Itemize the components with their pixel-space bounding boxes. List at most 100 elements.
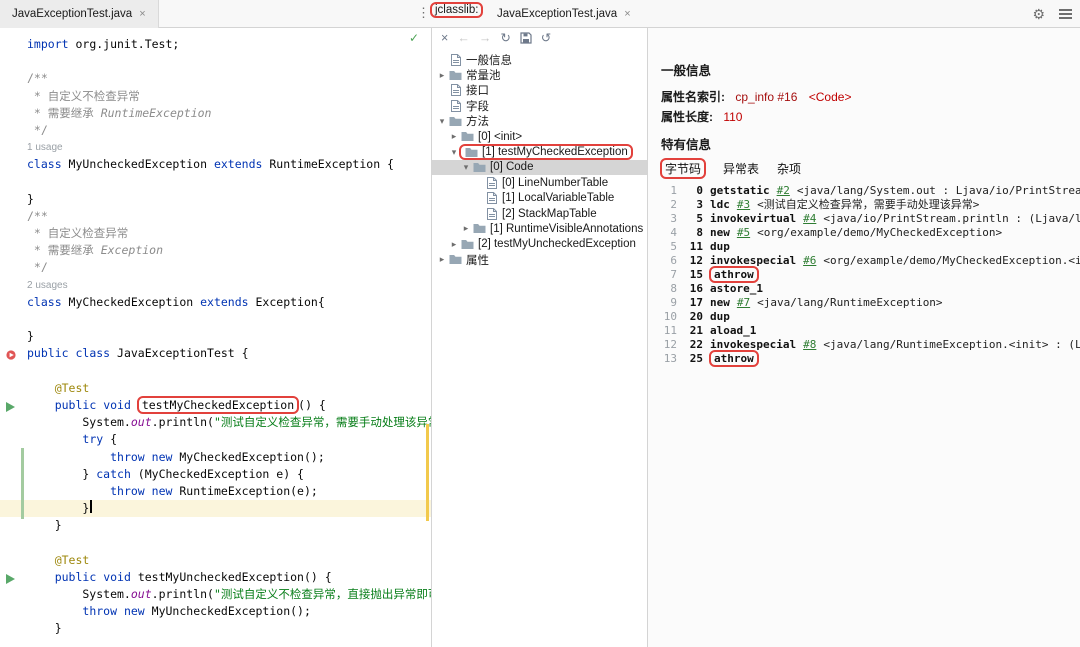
gutter xyxy=(0,36,27,53)
code-line xyxy=(0,534,431,551)
cp-info-link[interactable]: cp_info #16 xyxy=(735,90,797,104)
annotation-box: [1] testMyCheckedException xyxy=(459,144,633,160)
editor-tab[interactable]: JavaExceptionTest.java × xyxy=(0,0,159,28)
code-token xyxy=(27,604,82,618)
save-icon[interactable] xyxy=(520,32,532,44)
document-icon xyxy=(448,100,463,112)
tree-node-label: [2] testMyUncheckedException xyxy=(478,238,636,250)
bytecode-mnemonic: astore_1 xyxy=(710,282,763,295)
viewer-tab[interactable]: JavaExceptionTest.java × xyxy=(497,0,631,28)
code-line: /** xyxy=(0,208,431,225)
chevron-right-icon[interactable]: ▸ xyxy=(436,254,448,265)
constant-pool-link[interactable]: #5 xyxy=(737,226,750,239)
tree-node-label: [0] LineNumberTable xyxy=(502,177,608,189)
code-token: throw xyxy=(82,604,117,618)
close-icon[interactable]: × xyxy=(139,8,145,20)
bytecode-offset: 25 xyxy=(685,352,703,366)
gutter xyxy=(0,380,27,397)
tree-node[interactable]: [2] StackMapTable xyxy=(432,206,647,221)
tree-node-label: 常量池 xyxy=(466,67,501,83)
bytecode-row: 816astore_1 xyxy=(661,282,1080,296)
code-text: @Test xyxy=(27,552,89,569)
refresh-icon[interactable]: ↻ xyxy=(500,32,510,45)
chevron-down-icon[interactable]: ▾ xyxy=(460,162,472,173)
code-token: try xyxy=(82,432,103,446)
tree-node[interactable]: ▾[0] Code xyxy=(432,160,647,175)
forward-icon[interactable]: → xyxy=(479,32,492,45)
gutter[interactable] xyxy=(0,569,27,586)
code-line: try { xyxy=(0,431,431,448)
tree-node[interactable]: [0] LineNumberTable xyxy=(432,175,647,190)
sync-icon[interactable]: ↺ xyxy=(541,32,551,45)
bytecode-mnemonic: new xyxy=(710,226,730,239)
main-menu-icon[interactable] xyxy=(1059,9,1072,19)
code-editor[interactable]: import org.junit.Test;/** * 自定义不检查异常 * 需… xyxy=(0,28,431,638)
tab-bytecode[interactable]: 字节码 xyxy=(661,161,705,176)
back-icon[interactable]: ← xyxy=(457,32,470,45)
tree-node[interactable]: ▸ 常量池 xyxy=(432,67,647,82)
code-line: * 自定义检查异常 xyxy=(0,225,431,242)
code-token: @Test xyxy=(55,553,90,567)
folder-icon xyxy=(448,254,463,265)
close-icon[interactable]: × xyxy=(624,8,630,20)
document-icon xyxy=(484,192,499,204)
attribute-length-label: 属性长度: xyxy=(661,110,713,124)
inspection-check-icon[interactable]: ✓ xyxy=(409,31,419,45)
attribute-length-row: 属性长度: 110 xyxy=(661,108,1080,122)
tree-node[interactable]: ▾方法 xyxy=(432,114,647,129)
tree-node-content: [2] testMyUncheckedException xyxy=(460,238,636,250)
folder-icon xyxy=(460,131,475,142)
tree-node[interactable]: ▸[1] RuntimeVisibleAnnotations xyxy=(432,221,647,236)
chevron-right-icon[interactable]: ▸ xyxy=(436,70,448,81)
scrollbar-change-marker[interactable] xyxy=(426,424,429,521)
gutter xyxy=(0,122,27,139)
constant-pool-link[interactable]: #6 xyxy=(803,254,816,267)
gutter xyxy=(0,242,27,259)
code-line: } xyxy=(0,328,431,345)
tree-node[interactable]: 接口 xyxy=(432,83,647,98)
constant-pool-link[interactable]: #3 xyxy=(737,198,750,211)
code-text: try { xyxy=(27,431,117,448)
chevron-right-icon[interactable]: ▸ xyxy=(448,239,460,250)
tab-exception-table[interactable]: 异常表 xyxy=(723,160,759,177)
usages-hint[interactable]: 2 usages xyxy=(27,277,68,294)
code-token: RuntimeException(e); xyxy=(172,484,317,498)
tree-node[interactable]: ▸属性 xyxy=(432,252,647,267)
chevron-right-icon[interactable]: ▸ xyxy=(448,131,460,142)
constant-pool-link[interactable]: #2 xyxy=(777,184,790,197)
gutter[interactable] xyxy=(0,397,27,414)
constant-pool-link[interactable]: #7 xyxy=(737,296,750,309)
code-token: import xyxy=(27,37,69,51)
tab-overflow-icon[interactable]: ⋮ xyxy=(417,5,430,21)
code-text: throw new MyUncheckedException(); xyxy=(27,603,311,620)
gutter xyxy=(0,552,27,569)
code-token: org.junit.Test; xyxy=(69,37,180,51)
code-token: new xyxy=(152,450,173,464)
attribute-detail-pane: 一般信息 属性名索引: cp_info #16 <Code> 属性长度: 110… xyxy=(648,28,1080,647)
gear-icon[interactable]: ⚙ xyxy=(1032,6,1045,23)
tree-node[interactable]: ▸ [2] testMyUncheckedException xyxy=(432,237,647,252)
usages-hint[interactable]: 1 usage xyxy=(27,139,63,156)
tree-node[interactable]: 一般信息 xyxy=(432,52,647,67)
tab-misc[interactable]: 杂项 xyxy=(777,160,801,177)
chevron-right-icon[interactable]: ▸ xyxy=(460,223,472,234)
chevron-down-icon[interactable]: ▾ xyxy=(436,116,448,127)
constant-pool-link[interactable]: #8 xyxy=(803,338,816,351)
tree-node[interactable]: [1] LocalVariableTable xyxy=(432,191,647,206)
code-token: Exception{ xyxy=(249,295,325,309)
tree-node-label: [1] testMyCheckedException xyxy=(482,146,628,158)
inlay-hint-line: 1 usage xyxy=(0,139,431,156)
code-text: */ xyxy=(27,122,48,139)
bytecode-comment: <java/lang/System.out : Ljava/io/PrintSt… xyxy=(797,184,1080,197)
gutter[interactable] xyxy=(0,345,27,362)
constant-pool-link[interactable]: #4 xyxy=(803,212,816,225)
attribute-length-value: 110 xyxy=(723,110,742,124)
tree-node[interactable]: 字段 xyxy=(432,98,647,113)
close-icon[interactable]: × xyxy=(441,32,448,45)
class-structure-tree: 一般信息▸常量池接口字段▾方法▸[0] <init>▾[1] testMyChe… xyxy=(432,48,647,647)
code-line: System.out.println("测试自定义检查异常，需要手动处理该异常"… xyxy=(0,414,431,431)
code-token: extends xyxy=(200,295,248,309)
tree-node[interactable]: ▸[0] <init> xyxy=(432,129,647,144)
tree-node[interactable]: ▾[1] testMyCheckedException xyxy=(432,144,647,159)
tree-node-content: [0] <init> xyxy=(460,131,522,143)
